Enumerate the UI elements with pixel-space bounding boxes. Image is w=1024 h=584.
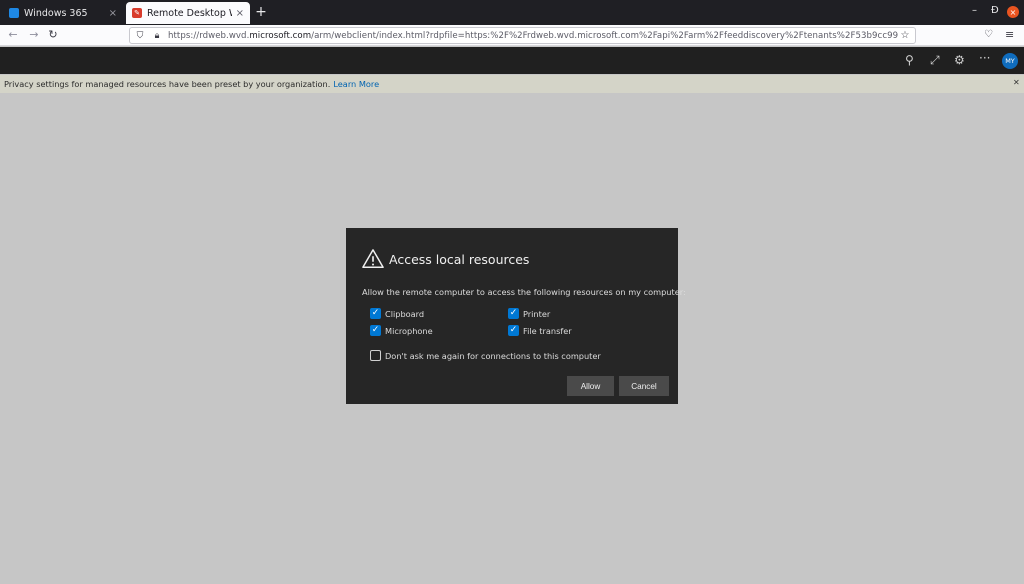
url-text[interactable]: https://rdweb.wvd.microsoft.com/arm/webc…	[168, 31, 898, 41]
expand-icon[interactable]: ⤢	[930, 53, 940, 68]
avatar[interactable]: MY	[1002, 53, 1018, 69]
close-tab-icon[interactable]: ×	[236, 8, 244, 19]
microphone-checkbox[interactable]	[370, 325, 381, 336]
tab-windows365[interactable]: Windows 365 ×	[3, 2, 123, 24]
tab-title: Remote Desktop Web Cli	[147, 7, 232, 19]
back-arrow-icon[interactable]: ←	[6, 28, 20, 41]
dialog-header: Access local resources	[362, 248, 529, 270]
clipboard-option[interactable]: Clipboard	[370, 308, 424, 319]
dont-ask-checkbox[interactable]	[370, 350, 381, 361]
reload-icon[interactable]: ↻	[46, 28, 60, 41]
file-transfer-option[interactable]: File transfer	[508, 325, 572, 336]
cancel-button[interactable]: Cancel	[619, 376, 669, 396]
allow-button[interactable]: Allow	[567, 376, 614, 396]
clipboard-checkbox[interactable]	[370, 308, 381, 319]
privacy-notice-bar: Privacy settings for managed resources h…	[0, 75, 1024, 93]
dialog-title: Access local resources	[389, 251, 530, 267]
forward-arrow-icon[interactable]: →	[27, 28, 41, 41]
option-label: Don't ask me again for connections to th…	[385, 350, 601, 361]
tab-remote-desktop[interactable]: ✎ Remote Desktop Web Cli ×	[126, 2, 250, 24]
lock-icon[interactable]: 🔒︎	[150, 31, 164, 41]
remote-desktop-favicon: ✎	[132, 8, 142, 18]
app-toolbar: ⚲ ⤢ ⚙ ··· MY	[0, 47, 1024, 74]
dont-ask-option[interactable]: Don't ask me again for connections to th…	[370, 350, 601, 361]
option-label: File transfer	[523, 325, 572, 336]
close-tab-icon[interactable]: ×	[109, 8, 117, 19]
warning-icon	[362, 249, 384, 268]
microphone-option[interactable]: Microphone	[370, 325, 433, 336]
learn-more-link[interactable]: Learn More	[333, 79, 379, 89]
shield-icon[interactable]: ⛉	[133, 31, 147, 41]
file-transfer-checkbox[interactable]	[508, 325, 519, 336]
access-local-resources-dialog: Access local resources Allow the remote …	[346, 228, 686, 404]
option-label: Printer	[523, 308, 551, 319]
notice-text: Privacy settings for managed resources h…	[4, 79, 331, 89]
option-label: Clipboard	[385, 308, 425, 319]
pin-icon[interactable]: ⚲	[905, 53, 914, 67]
option-label: Microphone	[385, 325, 433, 336]
browser-navbar: ← → ↻ ⛉ 🔒︎ https://rdweb.wvd.microsoft.c…	[0, 25, 1024, 46]
dialog-description: Allow the remote computer to access the …	[362, 287, 686, 297]
browser-tab-strip: Windows 365 × ✎ Remote Desktop Web Cli ×…	[0, 0, 1024, 25]
new-tab-button[interactable]: +	[254, 4, 268, 20]
address-bar[interactable]: ⛉ 🔒︎ https://rdweb.wvd.microsoft.com/arm…	[129, 27, 916, 44]
more-icon[interactable]: ···	[979, 51, 990, 65]
url-prefix: https://rdweb.wvd.	[168, 30, 250, 41]
close-icon[interactable]: ✕	[1013, 78, 1020, 87]
pocket-icon[interactable]: ♡	[984, 29, 993, 40]
menu-icon[interactable]: ≡	[1005, 28, 1014, 41]
maximize-button[interactable]: Ð	[991, 5, 999, 16]
minimize-button[interactable]: –	[972, 5, 977, 16]
gear-icon[interactable]: ⚙	[954, 53, 965, 67]
star-icon[interactable]: ☆	[898, 30, 912, 41]
url-domain: microsoft.com	[249, 30, 312, 41]
printer-option[interactable]: Printer	[508, 308, 550, 319]
printer-checkbox[interactable]	[508, 308, 519, 319]
url-path: /arm/webclient/index.html?rdpfile=https:…	[311, 30, 898, 41]
tab-title: Windows 365	[24, 7, 88, 19]
window-close-button[interactable]: ×	[1007, 6, 1019, 18]
windows365-favicon	[9, 8, 19, 18]
